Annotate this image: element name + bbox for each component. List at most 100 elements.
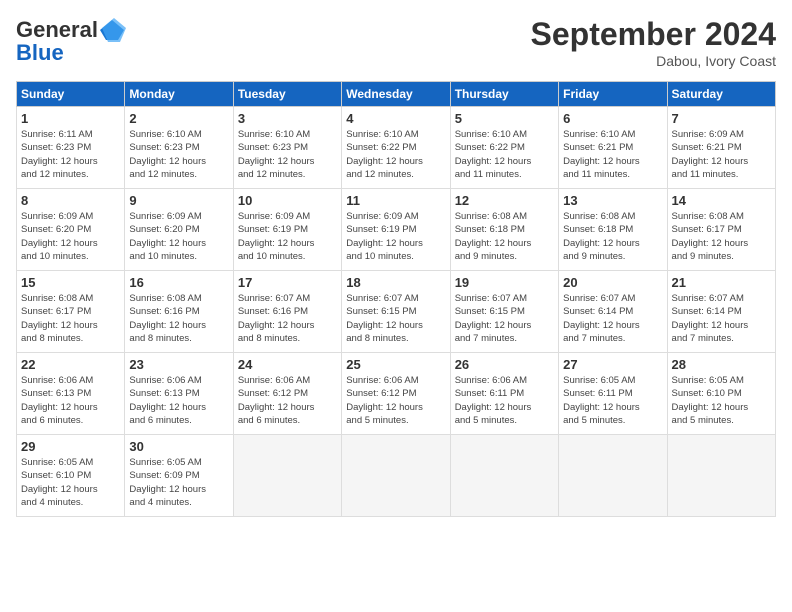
calendar-cell: 27 Sunrise: 6:05 AMSunset: 6:11 PMDaylig… <box>559 353 667 435</box>
calendar-cell: 11 Sunrise: 6:09 AMSunset: 6:19 PMDaylig… <box>342 189 450 271</box>
calendar-cell: 13 Sunrise: 6:08 AMSunset: 6:18 PMDaylig… <box>559 189 667 271</box>
day-info: Sunrise: 6:07 AMSunset: 6:16 PMDaylight:… <box>238 292 337 345</box>
calendar-cell: 2 Sunrise: 6:10 AMSunset: 6:23 PMDayligh… <box>125 107 233 189</box>
calendar-header-row: SundayMondayTuesdayWednesdayThursdayFrid… <box>17 82 776 107</box>
day-number: 28 <box>672 357 771 372</box>
calendar-cell: 3 Sunrise: 6:10 AMSunset: 6:23 PMDayligh… <box>233 107 341 189</box>
day-number: 6 <box>563 111 662 126</box>
day-info: Sunrise: 6:08 AMSunset: 6:17 PMDaylight:… <box>672 210 771 263</box>
day-info: Sunrise: 6:09 AMSunset: 6:19 PMDaylight:… <box>238 210 337 263</box>
day-number: 16 <box>129 275 228 290</box>
calendar-cell <box>342 435 450 517</box>
day-number: 9 <box>129 193 228 208</box>
day-number: 2 <box>129 111 228 126</box>
day-info: Sunrise: 6:05 AMSunset: 6:10 PMDaylight:… <box>672 374 771 427</box>
logo: General Blue <box>16 16 126 66</box>
day-number: 24 <box>238 357 337 372</box>
calendar-cell: 26 Sunrise: 6:06 AMSunset: 6:11 PMDaylig… <box>450 353 558 435</box>
day-info: Sunrise: 6:07 AMSunset: 6:15 PMDaylight:… <box>346 292 445 345</box>
day-number: 19 <box>455 275 554 290</box>
day-info: Sunrise: 6:05 AMSunset: 6:11 PMDaylight:… <box>563 374 662 427</box>
day-number: 26 <box>455 357 554 372</box>
day-info: Sunrise: 6:07 AMSunset: 6:15 PMDaylight:… <box>455 292 554 345</box>
calendar-cell: 19 Sunrise: 6:07 AMSunset: 6:15 PMDaylig… <box>450 271 558 353</box>
calendar-header-thursday: Thursday <box>450 82 558 107</box>
title-block: September 2024 Dabou, Ivory Coast <box>531 16 776 69</box>
calendar-cell <box>667 435 775 517</box>
calendar-cell: 5 Sunrise: 6:10 AMSunset: 6:22 PMDayligh… <box>450 107 558 189</box>
calendar-cell: 23 Sunrise: 6:06 AMSunset: 6:13 PMDaylig… <box>125 353 233 435</box>
day-info: Sunrise: 6:08 AMSunset: 6:18 PMDaylight:… <box>455 210 554 263</box>
calendar-header-monday: Monday <box>125 82 233 107</box>
day-info: Sunrise: 6:07 AMSunset: 6:14 PMDaylight:… <box>672 292 771 345</box>
day-info: Sunrise: 6:08 AMSunset: 6:17 PMDaylight:… <box>21 292 120 345</box>
calendar-header-friday: Friday <box>559 82 667 107</box>
day-number: 14 <box>672 193 771 208</box>
day-number: 27 <box>563 357 662 372</box>
day-number: 8 <box>21 193 120 208</box>
day-info: Sunrise: 6:05 AMSunset: 6:10 PMDaylight:… <box>21 456 120 509</box>
day-number: 22 <box>21 357 120 372</box>
day-number: 7 <box>672 111 771 126</box>
calendar-cell: 16 Sunrise: 6:08 AMSunset: 6:16 PMDaylig… <box>125 271 233 353</box>
day-number: 23 <box>129 357 228 372</box>
calendar-cell: 17 Sunrise: 6:07 AMSunset: 6:16 PMDaylig… <box>233 271 341 353</box>
calendar-cell: 10 Sunrise: 6:09 AMSunset: 6:19 PMDaylig… <box>233 189 341 271</box>
calendar-cell: 29 Sunrise: 6:05 AMSunset: 6:10 PMDaylig… <box>17 435 125 517</box>
day-number: 4 <box>346 111 445 126</box>
calendar-week-row: 29 Sunrise: 6:05 AMSunset: 6:10 PMDaylig… <box>17 435 776 517</box>
calendar-cell: 6 Sunrise: 6:10 AMSunset: 6:21 PMDayligh… <box>559 107 667 189</box>
calendar-cell <box>559 435 667 517</box>
calendar-cell: 22 Sunrise: 6:06 AMSunset: 6:13 PMDaylig… <box>17 353 125 435</box>
day-info: Sunrise: 6:09 AMSunset: 6:19 PMDaylight:… <box>346 210 445 263</box>
calendar-week-row: 8 Sunrise: 6:09 AMSunset: 6:20 PMDayligh… <box>17 189 776 271</box>
calendar-cell: 21 Sunrise: 6:07 AMSunset: 6:14 PMDaylig… <box>667 271 775 353</box>
day-info: Sunrise: 6:08 AMSunset: 6:16 PMDaylight:… <box>129 292 228 345</box>
calendar-cell: 14 Sunrise: 6:08 AMSunset: 6:17 PMDaylig… <box>667 189 775 271</box>
day-info: Sunrise: 6:06 AMSunset: 6:11 PMDaylight:… <box>455 374 554 427</box>
calendar-cell: 12 Sunrise: 6:08 AMSunset: 6:18 PMDaylig… <box>450 189 558 271</box>
calendar-cell: 30 Sunrise: 6:05 AMSunset: 6:09 PMDaylig… <box>125 435 233 517</box>
day-number: 30 <box>129 439 228 454</box>
calendar-cell: 24 Sunrise: 6:06 AMSunset: 6:12 PMDaylig… <box>233 353 341 435</box>
day-info: Sunrise: 6:10 AMSunset: 6:23 PMDaylight:… <box>129 128 228 181</box>
day-number: 13 <box>563 193 662 208</box>
logo-icon <box>98 16 126 44</box>
day-info: Sunrise: 6:05 AMSunset: 6:09 PMDaylight:… <box>129 456 228 509</box>
day-number: 17 <box>238 275 337 290</box>
day-number: 3 <box>238 111 337 126</box>
calendar-cell: 18 Sunrise: 6:07 AMSunset: 6:15 PMDaylig… <box>342 271 450 353</box>
day-info: Sunrise: 6:06 AMSunset: 6:12 PMDaylight:… <box>346 374 445 427</box>
calendar-week-row: 1 Sunrise: 6:11 AMSunset: 6:23 PMDayligh… <box>17 107 776 189</box>
day-info: Sunrise: 6:07 AMSunset: 6:14 PMDaylight:… <box>563 292 662 345</box>
day-info: Sunrise: 6:06 AMSunset: 6:12 PMDaylight:… <box>238 374 337 427</box>
day-number: 25 <box>346 357 445 372</box>
calendar-cell <box>450 435 558 517</box>
day-number: 18 <box>346 275 445 290</box>
day-info: Sunrise: 6:06 AMSunset: 6:13 PMDaylight:… <box>129 374 228 427</box>
day-number: 29 <box>21 439 120 454</box>
calendar-table: SundayMondayTuesdayWednesdayThursdayFrid… <box>16 81 776 517</box>
day-number: 5 <box>455 111 554 126</box>
calendar-week-row: 22 Sunrise: 6:06 AMSunset: 6:13 PMDaylig… <box>17 353 776 435</box>
day-info: Sunrise: 6:10 AMSunset: 6:22 PMDaylight:… <box>346 128 445 181</box>
day-number: 11 <box>346 193 445 208</box>
day-number: 10 <box>238 193 337 208</box>
calendar-header-sunday: Sunday <box>17 82 125 107</box>
calendar-cell: 15 Sunrise: 6:08 AMSunset: 6:17 PMDaylig… <box>17 271 125 353</box>
day-info: Sunrise: 6:08 AMSunset: 6:18 PMDaylight:… <box>563 210 662 263</box>
day-number: 1 <box>21 111 120 126</box>
calendar-cell <box>233 435 341 517</box>
day-info: Sunrise: 6:09 AMSunset: 6:20 PMDaylight:… <box>21 210 120 263</box>
day-number: 21 <box>672 275 771 290</box>
calendar-cell: 8 Sunrise: 6:09 AMSunset: 6:20 PMDayligh… <box>17 189 125 271</box>
month-title: September 2024 <box>531 16 776 53</box>
day-number: 15 <box>21 275 120 290</box>
location-subtitle: Dabou, Ivory Coast <box>531 53 776 69</box>
calendar-cell: 25 Sunrise: 6:06 AMSunset: 6:12 PMDaylig… <box>342 353 450 435</box>
calendar-week-row: 15 Sunrise: 6:08 AMSunset: 6:17 PMDaylig… <box>17 271 776 353</box>
calendar-cell: 4 Sunrise: 6:10 AMSunset: 6:22 PMDayligh… <box>342 107 450 189</box>
day-number: 12 <box>455 193 554 208</box>
calendar-header-wednesday: Wednesday <box>342 82 450 107</box>
calendar-header-saturday: Saturday <box>667 82 775 107</box>
